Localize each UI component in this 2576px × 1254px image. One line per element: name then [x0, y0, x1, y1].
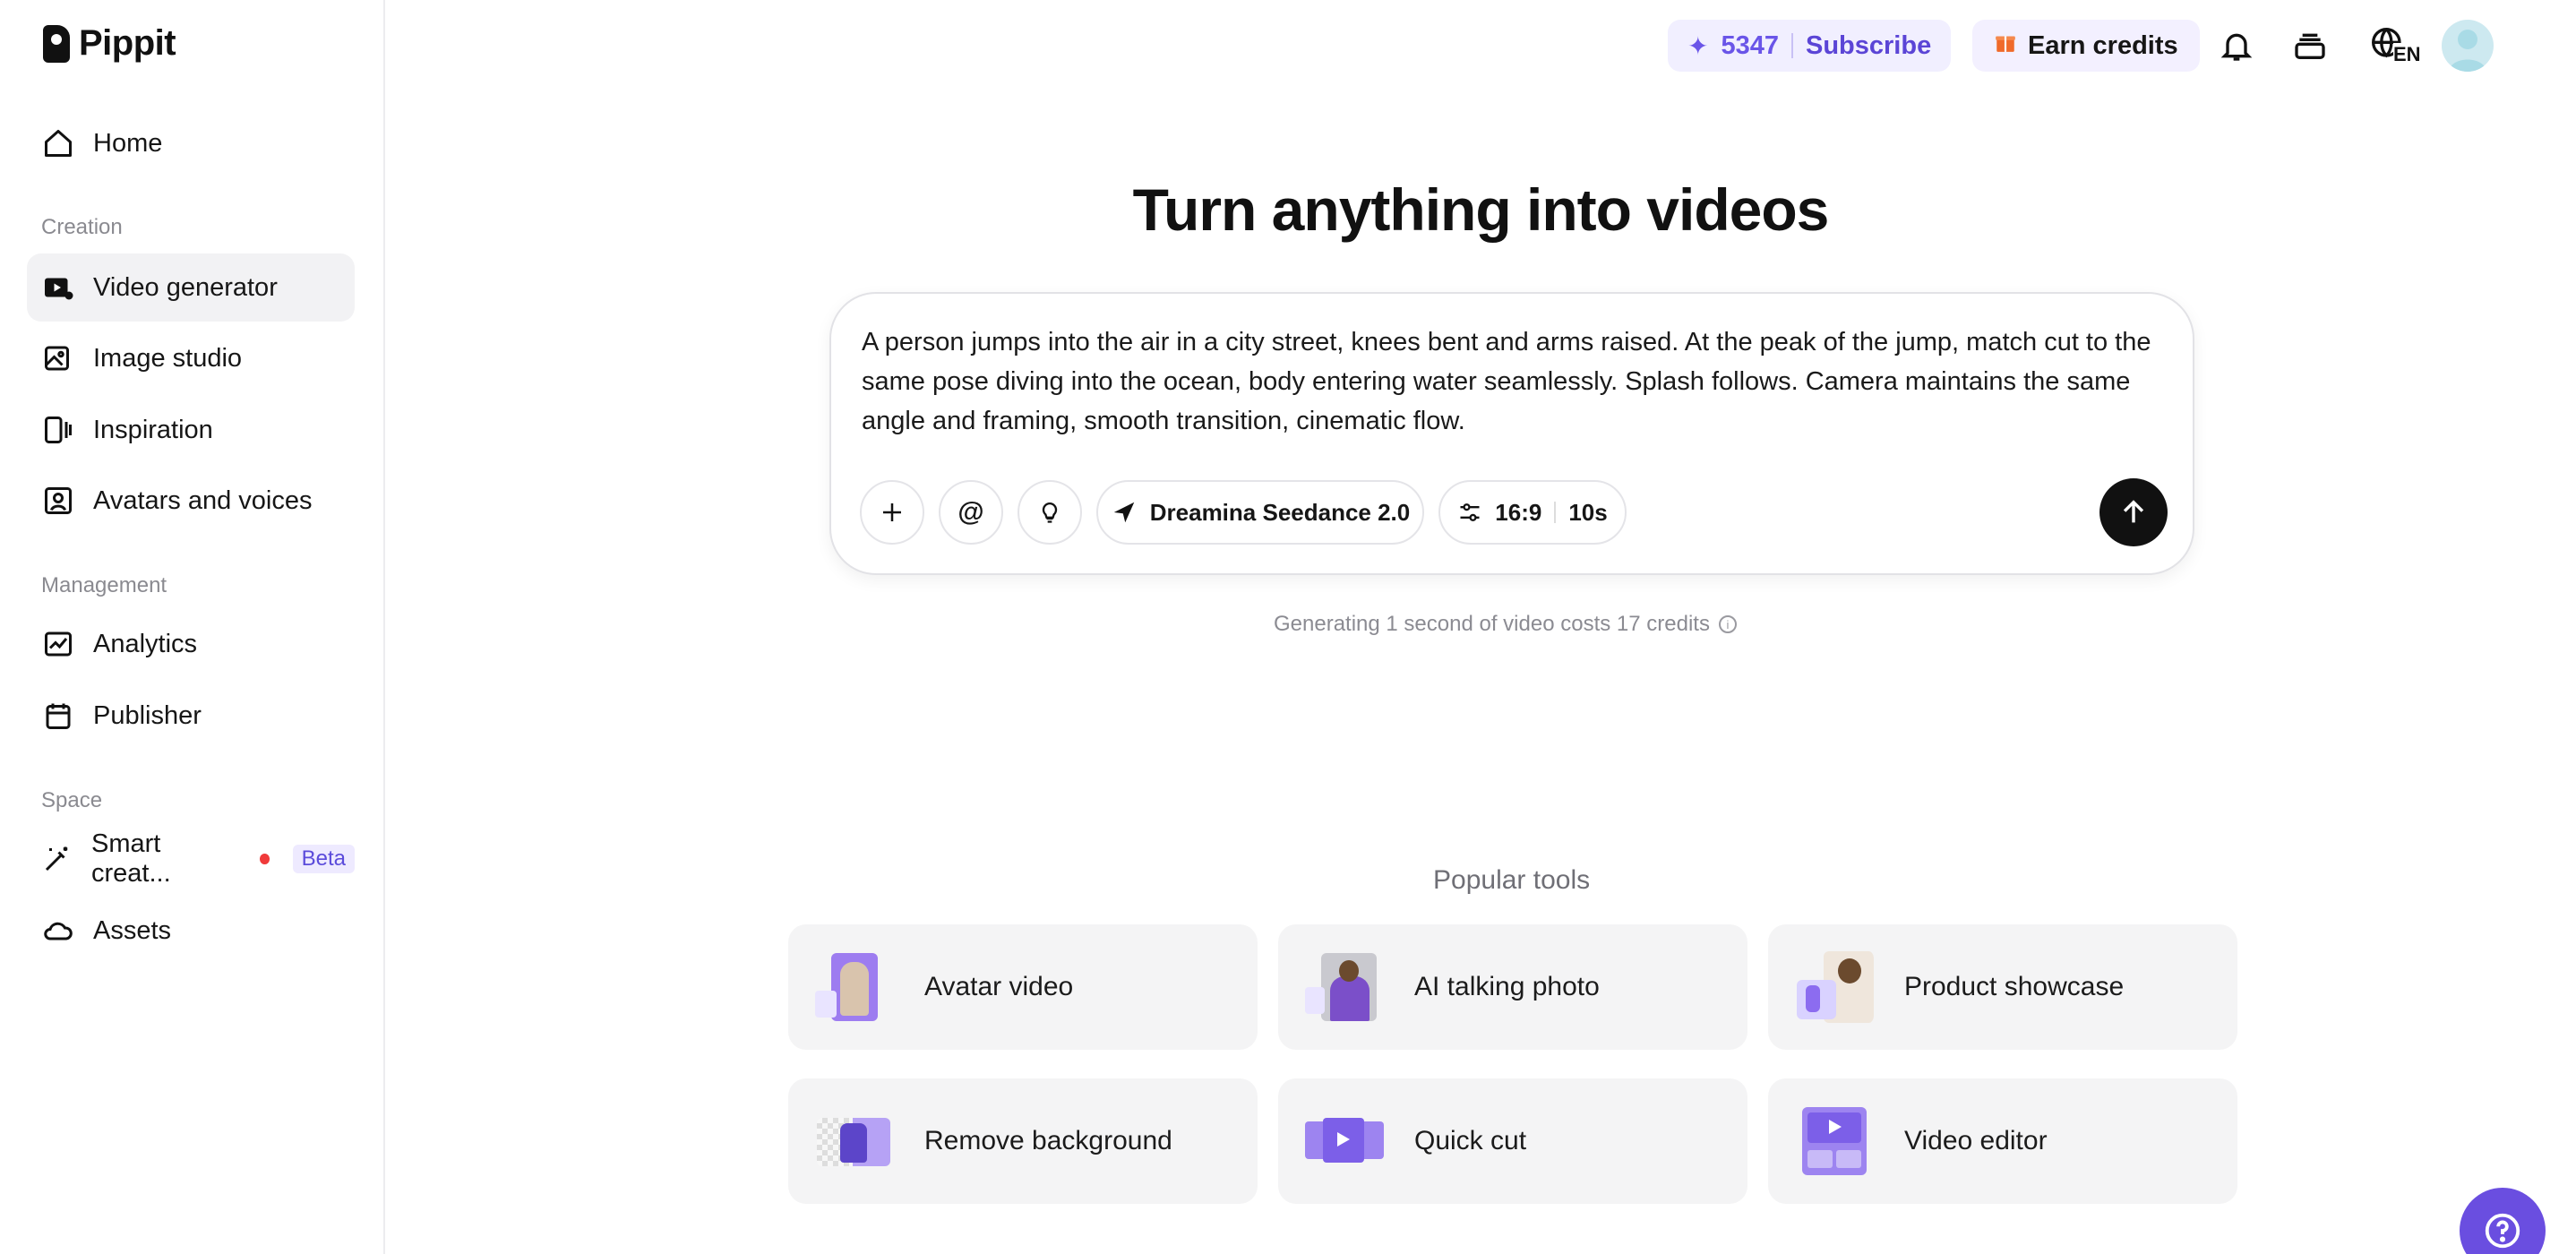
section-space: Space — [41, 788, 103, 812]
cloud-icon — [41, 914, 75, 948]
quick-cut-thumbnail — [1303, 1104, 1384, 1179]
beta-badge: Beta — [292, 845, 355, 873]
tool-avatar-video[interactable]: Avatar video — [788, 924, 1258, 1050]
calendar-icon — [41, 699, 75, 733]
sidebar-item-home[interactable]: Home — [27, 109, 355, 177]
divider — [1554, 502, 1557, 523]
earn-credits-label: Earn credits — [2028, 30, 2178, 60]
model-selector[interactable]: Dreamina Seedance 2.0 — [1096, 480, 1424, 545]
sidebar-item-image-studio[interactable]: Image studio — [27, 324, 355, 392]
question-icon — [2485, 1213, 2520, 1249]
pippit-logo[interactable]: Pippit — [43, 23, 176, 64]
sidebar-item-label: Image studio — [93, 343, 243, 373]
avatar-video-thumbnail — [813, 949, 894, 1025]
page-title: Turn anything into videos — [1132, 176, 1830, 243]
image-studio-icon — [41, 341, 75, 375]
bell-icon[interactable] — [2214, 23, 2259, 68]
sidebar-item-label: Video generator — [93, 272, 278, 302]
video-generator-icon — [41, 271, 75, 305]
mention-button[interactable]: @ — [939, 480, 1003, 545]
video-editor-thumbnail — [1793, 1104, 1874, 1179]
send-button[interactable] — [2099, 478, 2168, 546]
tool-label: AI talking photo — [1414, 972, 1600, 1001]
divider — [1790, 33, 1793, 58]
analytics-icon — [41, 627, 75, 661]
sparkle-icon: ✦ — [1687, 31, 1709, 60]
section-management: Management — [41, 573, 167, 597]
language-code: EN — [2393, 43, 2421, 66]
sidebar-item-label: Smart creat... — [91, 829, 171, 888]
info-icon[interactable]: i — [1718, 615, 1737, 633]
gift-icon — [1994, 30, 2017, 61]
duration: 10s — [1568, 498, 1608, 526]
sidebar-item-label: Analytics — [93, 629, 198, 658]
help-button[interactable] — [2460, 1188, 2546, 1254]
aspect-ratio: 16:9 — [1495, 498, 1542, 526]
idea-button[interactable] — [1018, 480, 1082, 545]
sidebar-item-label: Publisher — [93, 700, 202, 730]
sidebar-item-smart-creation[interactable]: Smart creat... Beta — [27, 825, 355, 893]
tool-label: Quick cut — [1414, 1126, 1527, 1155]
logo-text: Pippit — [79, 23, 176, 63]
at-icon: @ — [957, 497, 984, 527]
user-avatar[interactable] — [2442, 20, 2494, 72]
tool-label: Remove background — [924, 1126, 1172, 1155]
tool-label: Product showcase — [1904, 972, 2125, 1001]
tool-video-editor[interactable]: Video editor — [1768, 1078, 2237, 1204]
home-icon — [41, 126, 75, 160]
tool-product-showcase[interactable]: Product showcase — [1768, 924, 2237, 1050]
arrow-up-icon — [2123, 500, 2144, 523]
inspiration-icon — [41, 413, 75, 447]
sidebar-item-assets[interactable]: Assets — [27, 897, 355, 965]
sidebar-item-inspiration[interactable]: Inspiration — [27, 396, 355, 464]
popular-tools-heading: Popular tools — [1433, 865, 1591, 895]
tool-ai-talking-photo[interactable]: AI talking photo — [1278, 924, 1747, 1050]
sidebar-item-analytics[interactable]: Analytics — [27, 610, 355, 678]
subscribe-button[interactable]: Subscribe — [1806, 31, 1931, 61]
cost-note: Generating 1 second of video costs 17 cr… — [1274, 612, 1737, 637]
credits-balance: 5347 — [1721, 30, 1779, 60]
lightbulb-icon — [1042, 502, 1058, 523]
sliders-icon — [1460, 503, 1480, 521]
magic-wand-icon — [41, 842, 73, 876]
sidebar-item-label: Assets — [93, 915, 172, 945]
credits-pill[interactable]: ✦ 5347 Subscribe — [1668, 20, 1952, 72]
avatar-icon — [41, 484, 75, 518]
prompt-input[interactable]: A person jumps into the air in a city st… — [862, 322, 2151, 441]
sidebar-item-label: Inspiration — [93, 415, 213, 444]
sidebar-item-label: Avatars and voices — [93, 485, 313, 515]
sidebar-item-video-generator[interactable]: Video generator — [27, 253, 355, 322]
product-showcase-thumbnail — [1793, 949, 1874, 1025]
language-globe-icon[interactable]: EN — [2361, 23, 2421, 68]
tool-remove-background[interactable]: Remove background — [788, 1078, 1258, 1204]
tool-label: Avatar video — [924, 972, 1074, 1001]
talking-photo-thumbnail — [1303, 949, 1384, 1025]
settings-selector[interactable]: 16:9 10s — [1438, 480, 1627, 545]
prompt-box: A person jumps into the air in a city st… — [829, 292, 2194, 575]
tool-quick-cut[interactable]: Quick cut — [1278, 1078, 1747, 1204]
cost-note-text: Generating 1 second of video costs 17 cr… — [1274, 612, 1710, 636]
logo-mark-icon — [43, 24, 70, 63]
tool-label: Video editor — [1904, 1126, 2048, 1155]
model-icon — [1113, 502, 1134, 523]
earn-credits-button[interactable]: Earn credits — [1972, 20, 2200, 72]
sidebar-item-avatars[interactable]: Avatars and voices — [27, 467, 355, 535]
add-button[interactable] — [860, 480, 924, 545]
remove-background-thumbnail — [813, 1104, 894, 1179]
stack-icon[interactable] — [2288, 23, 2332, 68]
sidebar-item-label: Home — [93, 128, 163, 158]
sidebar-item-publisher[interactable]: Publisher — [27, 682, 355, 750]
notification-dot — [260, 854, 270, 864]
model-label: Dreamina Seedance 2.0 — [1149, 498, 1411, 526]
